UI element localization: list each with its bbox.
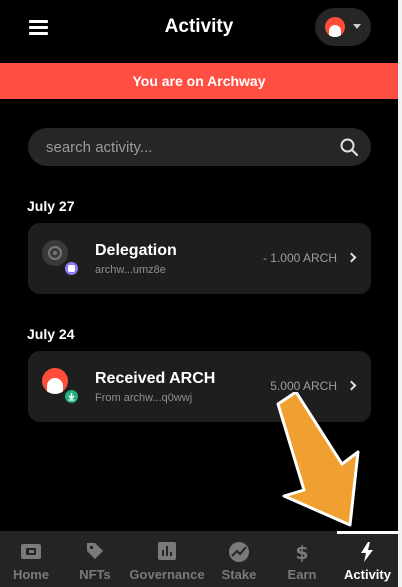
nav-label: Stake	[221, 567, 257, 582]
account-switcher-button[interactable]	[315, 8, 371, 46]
date-header: July 27	[27, 198, 75, 214]
trend-icon	[229, 542, 249, 562]
search-bar[interactable]	[28, 128, 371, 166]
activity-amount: - 1.000 ARCH	[262, 251, 337, 265]
bottom-nav: Home NFTs Governance Stake $ Earn Activi…	[0, 531, 398, 587]
wallet-icon	[21, 544, 41, 559]
chevron-right-icon	[346, 252, 357, 263]
nav-label: Activity	[344, 567, 391, 582]
nav-label: Home	[12, 567, 50, 582]
app-screen: Activity You are on Archway July 27 Dele…	[0, 0, 398, 587]
activity-title: Received ARCH	[95, 370, 216, 387]
download-badge-icon	[63, 388, 80, 405]
nav-item-activity[interactable]: Activity	[337, 531, 398, 587]
dollar-icon: $	[295, 542, 308, 563]
network-banner: You are on Archway	[0, 63, 398, 99]
activity-address: From archw...q0wwj	[95, 392, 193, 404]
chevron-right-icon	[346, 380, 357, 391]
activity-card-delegation[interactable]: Delegation archw...umz8e - 1.000 ARCH	[28, 223, 371, 294]
date-header: July 24	[27, 326, 75, 342]
nav-label: Earn	[287, 567, 317, 582]
activity-address: archw...umz8e	[95, 264, 166, 276]
archway-logo-icon	[325, 17, 345, 37]
tag-icon	[87, 543, 103, 559]
nav-label: NFTs	[79, 567, 111, 582]
annotation-arrow-icon	[276, 392, 360, 527]
nav-item-stake[interactable]: Stake	[212, 531, 266, 587]
caret-down-icon	[353, 24, 361, 29]
nav-item-earn[interactable]: $ Earn	[275, 531, 329, 587]
search-icon[interactable]	[339, 137, 359, 157]
activity-title: Delegation	[95, 242, 177, 259]
nav-label: Governance	[129, 567, 205, 582]
active-tab-indicator	[337, 531, 398, 534]
nav-item-governance[interactable]: Governance	[124, 531, 210, 587]
nav-item-home[interactable]: Home	[4, 531, 58, 587]
activity-amount: 5.000 ARCH	[270, 379, 337, 393]
window-edge	[398, 0, 402, 587]
svg-text:$: $	[295, 542, 308, 563]
nav-item-nfts[interactable]: NFTs	[68, 531, 122, 587]
stake-badge-icon	[63, 260, 80, 277]
lightning-icon	[361, 542, 373, 562]
bar-chart-icon	[158, 542, 176, 560]
search-input[interactable]	[46, 128, 326, 166]
header: Activity	[0, 0, 398, 62]
